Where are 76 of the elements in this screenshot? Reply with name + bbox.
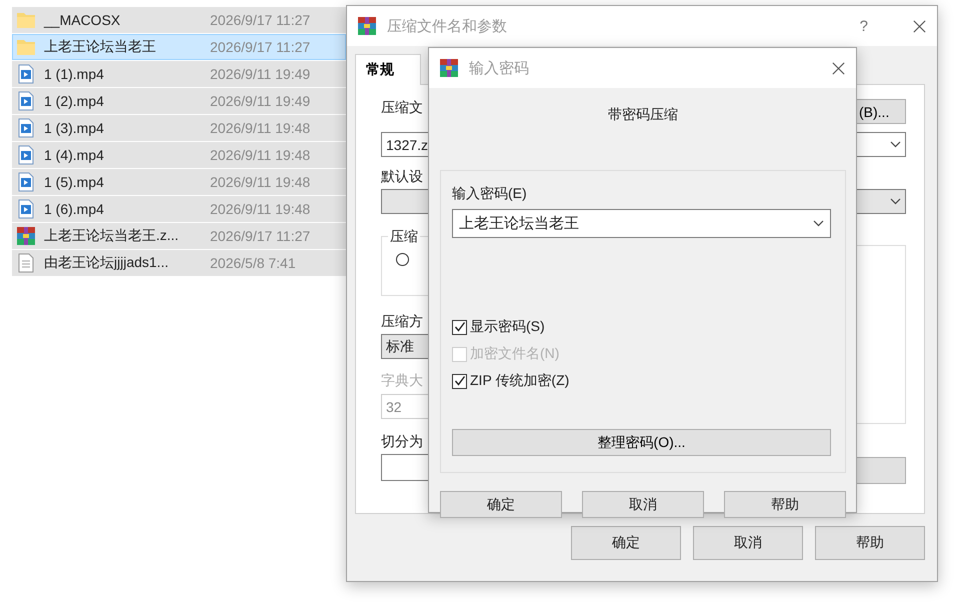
file-name: 1 (6).mp4 bbox=[44, 201, 105, 217]
file-row[interactable]: 上老王论坛当老王.z... 2026/9/17 11:27 bbox=[12, 223, 346, 250]
chevron-down-icon bbox=[813, 220, 824, 227]
video-file-icon bbox=[16, 91, 36, 111]
dialog-heading: 带密码压缩 bbox=[607, 106, 679, 124]
file-date: 2026/9/17 11:27 bbox=[210, 228, 310, 244]
file-date: 2026/9/11 19:48 bbox=[210, 201, 310, 217]
dialog-button[interactable]: 帮助 bbox=[815, 526, 925, 560]
field-label: 默认设 bbox=[381, 168, 423, 186]
checkbox[interactable] bbox=[452, 320, 467, 334]
organize-passwords-button[interactable]: 整理密码(O)... bbox=[452, 429, 831, 456]
chevron-down-icon bbox=[890, 141, 901, 148]
books-stack-icon bbox=[439, 58, 459, 78]
file-date: 2026/9/17 11:27 bbox=[210, 39, 310, 55]
folder-icon bbox=[16, 37, 36, 57]
text-file-icon bbox=[16, 253, 36, 273]
file-name: 由老王论坛jjjjads1... bbox=[44, 254, 170, 272]
books-stack-icon bbox=[357, 16, 377, 36]
browse-button[interactable]: (B)... bbox=[854, 99, 906, 124]
checkbox-label: 显示密码(S) bbox=[470, 318, 545, 336]
close-button[interactable] bbox=[831, 60, 846, 76]
dialog-button[interactable]: 确定 bbox=[571, 526, 681, 560]
file-date: 2026/9/11 19:49 bbox=[210, 66, 310, 82]
file-date: 2026/9/11 19:48 bbox=[210, 120, 310, 136]
dialog-button[interactable]: 取消 bbox=[693, 526, 803, 560]
field-label: 切分为 bbox=[381, 433, 423, 451]
file-name: 1 (3).mp4 bbox=[44, 120, 105, 136]
field-label: 压缩文 bbox=[381, 99, 423, 117]
file-row[interactable]: 1 (3).mp4 2026/9/11 19:48 bbox=[12, 115, 346, 142]
file-name: 1 (2).mp4 bbox=[44, 93, 105, 109]
radio-button[interactable] bbox=[396, 253, 409, 266]
close-icon bbox=[912, 18, 927, 34]
file-row[interactable]: 1 (2).mp4 2026/9/11 19:49 bbox=[12, 88, 346, 115]
close-button[interactable] bbox=[912, 18, 927, 34]
file-name: 上老王论坛当老王.z... bbox=[44, 227, 180, 245]
file-date: 2026/9/11 19:49 bbox=[210, 93, 310, 109]
checkbox-label: ZIP 传统加密(Z) bbox=[470, 372, 570, 390]
file-row[interactable]: 1 (1).mp4 2026/9/11 19:49 bbox=[12, 61, 346, 88]
file-name: __MACOSX bbox=[44, 12, 122, 28]
video-file-icon bbox=[16, 64, 36, 84]
checkbox[interactable] bbox=[452, 374, 467, 388]
file-date: 2026/9/17 11:27 bbox=[210, 12, 310, 28]
video-file-icon bbox=[16, 145, 36, 165]
dialog-button[interactable]: 确定 bbox=[440, 491, 562, 518]
password-field[interactable]: 上老王论坛当老王 bbox=[452, 209, 831, 238]
file-name: 1 (1).mp4 bbox=[44, 66, 105, 82]
file-row[interactable]: 1 (6).mp4 2026/9/11 19:48 bbox=[12, 196, 346, 223]
field-label: 字典大 bbox=[381, 372, 423, 390]
chevron-down-icon bbox=[890, 198, 901, 205]
video-file-icon bbox=[16, 199, 36, 219]
video-file-icon bbox=[16, 118, 36, 138]
group-label: 压缩 bbox=[388, 228, 420, 246]
video-file-icon bbox=[16, 172, 36, 192]
field-label: 压缩方 bbox=[381, 313, 423, 331]
dialog-button[interactable]: 取消 bbox=[582, 491, 704, 518]
file-date: 2026/5/8 7:41 bbox=[210, 255, 296, 271]
dialog-button[interactable]: 帮助 bbox=[724, 491, 846, 518]
window-title: 输入密码 bbox=[469, 58, 530, 78]
file-date: 2026/9/11 19:48 bbox=[210, 147, 310, 163]
close-icon bbox=[831, 60, 846, 76]
field-label: 输入密码(E) bbox=[452, 185, 527, 203]
folder-icon bbox=[16, 10, 36, 30]
file-row[interactable]: 上老王论坛当老王 2026/9/17 11:27 bbox=[12, 34, 346, 61]
file-row[interactable]: 1 (4).mp4 2026/9/11 19:48 bbox=[12, 142, 346, 169]
file-row[interactable]: __MACOSX 2026/9/17 11:27 bbox=[12, 7, 346, 34]
books-stack-icon bbox=[16, 226, 36, 246]
file-name: 上老王论坛当老王 bbox=[44, 38, 157, 56]
file-row[interactable]: 由老王论坛jjjjads1... 2026/5/8 7:41 bbox=[12, 250, 346, 277]
file-name: 1 (5).mp4 bbox=[44, 174, 105, 190]
checkbox-label: 加密文件名(N) bbox=[470, 345, 560, 363]
file-name: 1 (4).mp4 bbox=[44, 147, 105, 163]
tab[interactable]: 常规 bbox=[355, 54, 421, 85]
file-date: 2026/9/11 19:48 bbox=[210, 174, 310, 190]
file-row[interactable]: 1 (5).mp4 2026/9/11 19:48 bbox=[12, 169, 346, 196]
window-title: 压缩文件名和参数 bbox=[387, 16, 508, 36]
help-button[interactable]: ? bbox=[856, 18, 872, 34]
